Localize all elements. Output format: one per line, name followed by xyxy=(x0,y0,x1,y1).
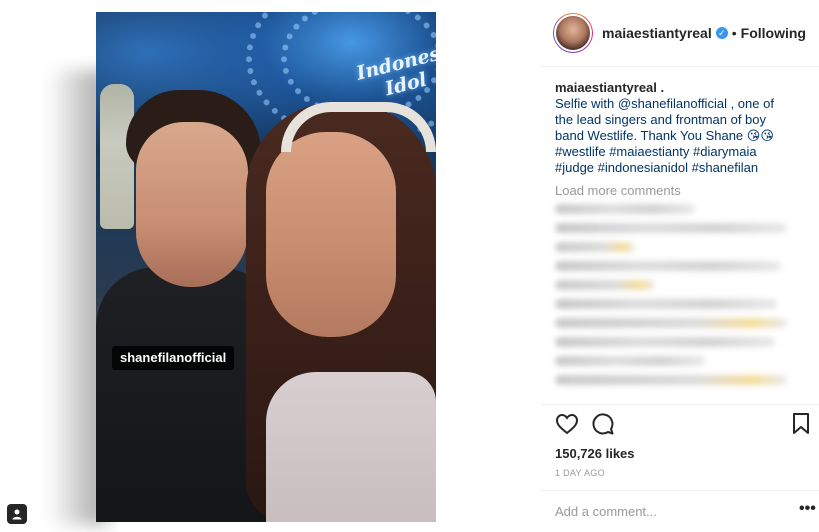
blurred-comment-line xyxy=(555,261,781,271)
woman-face xyxy=(266,132,396,337)
post-header: maiaestiantyreal ✓ • Following xyxy=(553,10,806,56)
comment-input[interactable] xyxy=(555,501,775,521)
more-options-button[interactable]: ••• xyxy=(799,500,816,518)
blurred-comment-line xyxy=(555,375,787,385)
blurred-comment-line xyxy=(555,204,695,214)
blurred-comment-line xyxy=(555,280,655,290)
blurred-comment-line xyxy=(555,242,635,252)
header-username[interactable]: maiaestiantyreal xyxy=(602,25,712,41)
action-bar xyxy=(555,412,811,440)
caption-mention[interactable]: @shanefilanofficial xyxy=(618,96,727,111)
blurred-comment-line xyxy=(555,337,775,347)
woman-figure xyxy=(266,372,436,522)
heart-icon xyxy=(555,413,579,435)
blurred-comment-line xyxy=(555,223,787,233)
comment-button[interactable] xyxy=(591,412,617,438)
blurred-comment-line xyxy=(555,299,777,309)
post-caption: maiaestiantyreal . Selfie with @shanefil… xyxy=(555,80,787,176)
following-button[interactable]: Following xyxy=(741,25,806,41)
header-divider xyxy=(541,66,819,67)
comment-icon xyxy=(592,413,614,435)
avatar[interactable] xyxy=(553,13,593,53)
caption-dot: . xyxy=(660,80,665,95)
verified-icon: ✓ xyxy=(715,27,728,39)
avatar-image xyxy=(554,14,592,52)
post-side-panel: maiaestiantyreal ✓ • Following maiaestia… xyxy=(541,0,819,532)
comment-divider xyxy=(541,490,819,491)
user-tag-button[interactable] xyxy=(7,504,27,524)
like-count[interactable]: 150,726 likes xyxy=(555,446,635,461)
headband xyxy=(281,102,436,152)
blurred-comments xyxy=(555,204,795,394)
like-button[interactable] xyxy=(555,412,581,438)
separator-dot: • xyxy=(731,25,737,41)
caption-hashtags[interactable]: #westlife #maiaestianty #diarymaia #judg… xyxy=(555,144,758,175)
user-tag-icon xyxy=(12,509,22,520)
save-button[interactable] xyxy=(791,412,817,438)
post-timestamp: 1 DAY AGO xyxy=(555,468,605,478)
blurred-comment-line xyxy=(555,356,705,366)
load-more-comments[interactable]: Load more comments xyxy=(555,183,681,198)
caption-username[interactable]: maiaestiantyreal xyxy=(555,80,657,95)
man-face xyxy=(136,122,248,287)
actions-divider xyxy=(541,404,819,405)
post-photo[interactable]: Indonesia Idol xyxy=(96,12,436,522)
bookmark-icon xyxy=(793,413,809,434)
blurred-comment-line xyxy=(555,318,787,328)
user-tag-label[interactable]: shanefilanofficial xyxy=(112,346,235,370)
caption-prefix: Selfie with xyxy=(555,96,618,111)
